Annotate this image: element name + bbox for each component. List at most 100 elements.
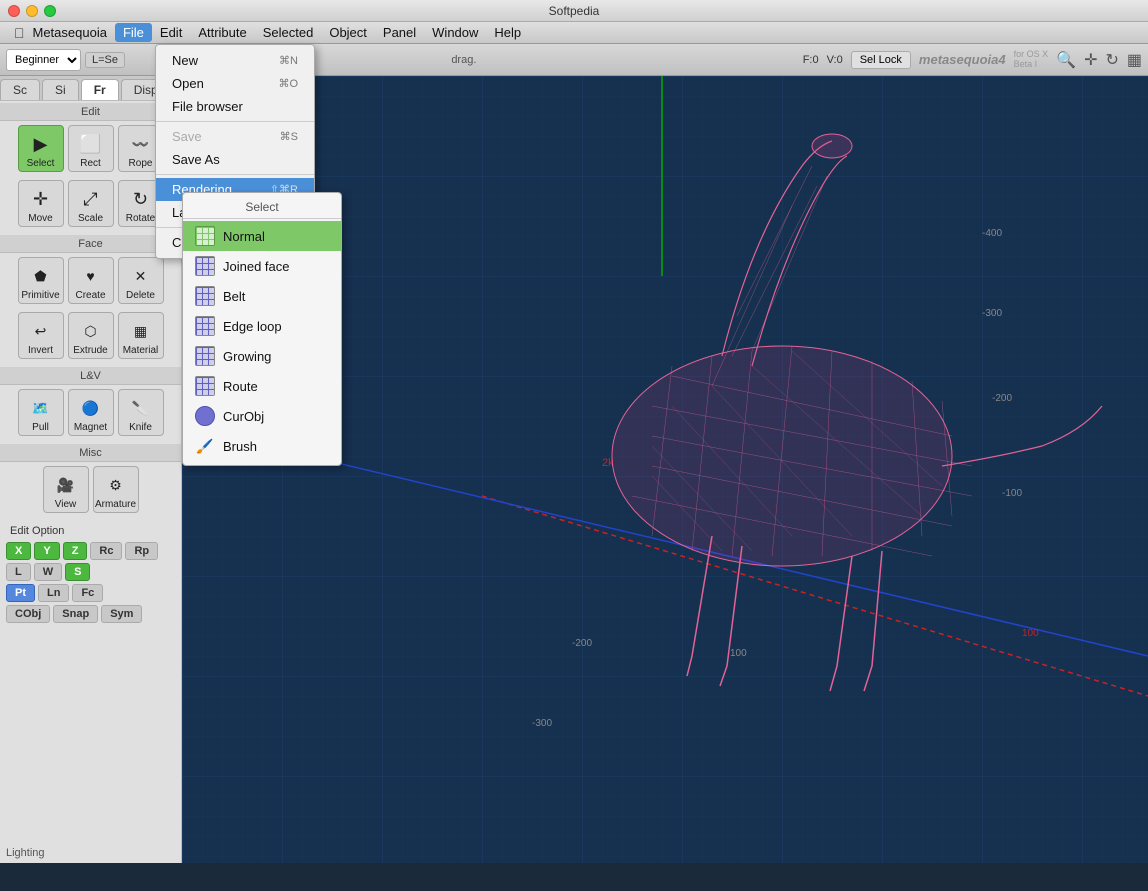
level-select[interactable]: Beginner bbox=[6, 49, 81, 71]
tab-si[interactable]: Si bbox=[42, 79, 79, 100]
select-route[interactable]: Route bbox=[183, 371, 341, 401]
select-joined-face-label: Joined face bbox=[223, 259, 290, 274]
face-section: Face ⬟ Primitive ♥ Create ✕ Delete ↩ bbox=[0, 233, 181, 365]
tool-rect[interactable]: ⬜ Rect bbox=[68, 125, 114, 172]
menu-save: Save ⌘S bbox=[156, 125, 314, 148]
z-btn[interactable]: Z bbox=[63, 542, 88, 560]
edit-options: Edit Option X Y Z Rc Rp L W S Pt Ln Fc C… bbox=[0, 519, 181, 627]
svg-text:-200: -200 bbox=[992, 393, 1012, 404]
window-title: Softpedia bbox=[549, 4, 600, 18]
select-curobj[interactable]: CurObj bbox=[183, 401, 341, 431]
route-icon bbox=[195, 376, 215, 396]
tool-move-label: Move bbox=[28, 213, 52, 224]
menu-file-browser[interactable]: File browser bbox=[156, 95, 314, 118]
pull-icon: 🗺️ bbox=[27, 394, 55, 422]
svg-text:-400: -400 bbox=[982, 228, 1002, 239]
menu-object[interactable]: Object bbox=[321, 23, 375, 42]
menu-attribute[interactable]: Attribute bbox=[190, 23, 254, 42]
ln-btn[interactable]: Ln bbox=[38, 584, 69, 602]
curobj-icon bbox=[195, 406, 215, 426]
tool-scale[interactable]: ⤢ Scale bbox=[68, 180, 114, 227]
brush-icon: 🖌️ bbox=[195, 436, 215, 456]
tool-rect-label: Rect bbox=[80, 158, 101, 169]
lighting-label: Lighting bbox=[6, 847, 45, 859]
sym-btn[interactable]: Sym bbox=[101, 605, 142, 623]
select-submenu: Select Normal Joined face Belt Edge loop… bbox=[182, 192, 342, 466]
s-btn[interactable]: S bbox=[65, 563, 90, 581]
lv-tools: 🗺️ Pull 🔵 Magnet 🔪 Knife bbox=[0, 385, 181, 440]
edge-loop-icon bbox=[195, 316, 215, 336]
pt-btn[interactable]: Pt bbox=[6, 584, 35, 602]
select-joined-face[interactable]: Joined face bbox=[183, 251, 341, 281]
tool-select[interactable]: ▶ Select bbox=[18, 125, 64, 172]
traffic-lights bbox=[8, 5, 56, 17]
tool-move[interactable]: ✛ Move bbox=[18, 180, 64, 227]
fc-btn[interactable]: Fc bbox=[72, 584, 103, 602]
w-btn[interactable]: W bbox=[34, 563, 62, 581]
rp-btn[interactable]: Rp bbox=[125, 542, 158, 560]
edit-section-title: Edit bbox=[0, 103, 181, 121]
snap-btn[interactable]: Snap bbox=[53, 605, 98, 623]
menu-save-as[interactable]: Save As bbox=[156, 148, 314, 171]
lv-section-title: L&V bbox=[0, 367, 181, 385]
l-btn[interactable]: L bbox=[6, 563, 31, 581]
menu-open[interactable]: Open ⌘O bbox=[156, 72, 314, 95]
sidebar-bottom: Lighting bbox=[0, 841, 181, 863]
move-icon[interactable]: ✛ bbox=[1084, 50, 1097, 70]
rotate-icon: ↻ bbox=[127, 185, 155, 213]
select-icon: ▶ bbox=[27, 130, 55, 158]
cobj-btn[interactable]: CObj bbox=[6, 605, 50, 623]
rect-icon: ⬜ bbox=[77, 130, 105, 158]
view-options-icon[interactable]: ▦ bbox=[1127, 50, 1142, 70]
tab-sc[interactable]: Sc bbox=[0, 79, 40, 100]
tool-extrude-label: Extrude bbox=[73, 345, 107, 356]
svg-text:-300: -300 bbox=[532, 718, 552, 729]
menu-selected[interactable]: Selected bbox=[255, 23, 322, 42]
tab-fr[interactable]: Fr bbox=[81, 79, 119, 100]
select-edge-loop[interactable]: Edge loop bbox=[183, 311, 341, 341]
x-btn[interactable]: X bbox=[6, 542, 31, 560]
close-button[interactable] bbox=[8, 5, 20, 17]
tool-armature[interactable]: ⚙ Armature bbox=[93, 466, 139, 513]
menu-edit[interactable]: Edit bbox=[152, 23, 190, 42]
y-btn[interactable]: Y bbox=[34, 542, 59, 560]
edit-section: Edit ▶ Select ⬜ Rect 〰️ Rope ✛ Move bbox=[0, 101, 181, 233]
tool-view[interactable]: 🎥 View bbox=[43, 466, 89, 513]
tool-scale-label: Scale bbox=[78, 213, 103, 224]
menu-help[interactable]: Help bbox=[486, 23, 529, 42]
tool-material[interactable]: ▦ Material bbox=[118, 312, 164, 359]
menu-separator-2 bbox=[156, 174, 314, 175]
rotate-icon[interactable]: ↻ bbox=[1105, 50, 1118, 70]
tool-magnet-label: Magnet bbox=[74, 422, 107, 433]
menu-separator-1 bbox=[156, 121, 314, 122]
tool-pull[interactable]: 🗺️ Pull bbox=[18, 389, 64, 436]
tool-invert-label: Invert bbox=[28, 345, 53, 356]
select-belt[interactable]: Belt bbox=[183, 281, 341, 311]
joined-face-icon bbox=[195, 256, 215, 276]
menu-file[interactable]: File bbox=[115, 23, 152, 42]
tool-delete[interactable]: ✕ Delete bbox=[118, 257, 164, 304]
select-normal[interactable]: Normal bbox=[183, 221, 341, 251]
view-tool-icon: 🎥 bbox=[52, 471, 80, 499]
menu-new[interactable]: New ⌘N bbox=[156, 49, 314, 72]
menu-panel[interactable]: Panel bbox=[375, 23, 424, 42]
tool-invert[interactable]: ↩ Invert bbox=[18, 312, 64, 359]
tool-knife[interactable]: 🔪 Knife bbox=[118, 389, 164, 436]
svg-text:-300: -300 bbox=[982, 308, 1002, 319]
menu-metasequoia[interactable]: Metasequoia bbox=[25, 23, 115, 42]
tool-create[interactable]: ♥ Create bbox=[68, 257, 114, 304]
zoom-in-icon[interactable]: 🔍 bbox=[1056, 50, 1076, 70]
xyz-row: X Y Z Rc Rp bbox=[6, 542, 175, 560]
tool-primitive[interactable]: ⬟ Primitive bbox=[18, 257, 64, 304]
select-growing[interactable]: Growing bbox=[183, 341, 341, 371]
maximize-button[interactable] bbox=[44, 5, 56, 17]
tool-extrude[interactable]: ⬡ Extrude bbox=[68, 312, 114, 359]
menu-window[interactable]: Window bbox=[424, 23, 486, 42]
sel-lock-button[interactable]: Sel Lock bbox=[851, 51, 911, 69]
tool-magnet[interactable]: 🔵 Magnet bbox=[68, 389, 114, 436]
misc-section: Misc 🎥 View ⚙ Armature bbox=[0, 442, 181, 519]
select-normal-label: Normal bbox=[223, 229, 265, 244]
minimize-button[interactable] bbox=[26, 5, 38, 17]
select-brush[interactable]: 🖌️ Brush bbox=[183, 431, 341, 461]
rc-btn[interactable]: Rc bbox=[90, 542, 122, 560]
